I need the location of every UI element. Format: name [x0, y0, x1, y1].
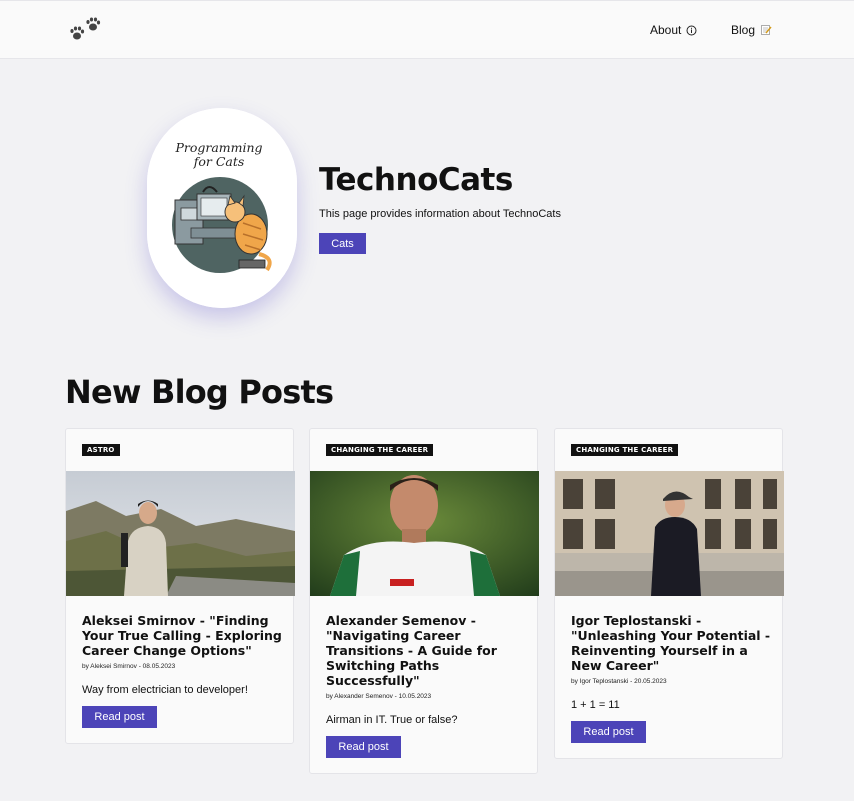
- hero-description: This page provides information about Tec…: [319, 208, 561, 220]
- read-post-button[interactable]: Read post: [571, 721, 646, 743]
- blog-card: CHANGING THE CAREER Igor Teplostanski - …: [554, 428, 784, 759]
- post-tag[interactable]: CHANGING THE CAREER: [571, 444, 679, 456]
- read-post-button[interactable]: Read post: [82, 706, 157, 728]
- post-image[interactable]: [310, 471, 539, 596]
- nav-about-label: About: [650, 23, 682, 37]
- post-excerpt: Airman in IT. True or false?: [326, 714, 458, 726]
- post-meta: by Aleksei Smirnov - 08.05.2023: [82, 663, 176, 670]
- read-post-button[interactable]: Read post: [326, 736, 401, 758]
- section-title: New Blog Posts: [65, 373, 334, 411]
- hero-image-text-1: Programming: [174, 140, 262, 155]
- hero-title: TechnoCats: [319, 162, 513, 198]
- post-title[interactable]: Alexander Semenov - "Navigating Career T…: [326, 613, 526, 688]
- post-meta: by Alexander Semenov - 10.05.2023: [326, 693, 432, 700]
- cats-button[interactable]: Cats: [319, 233, 366, 254]
- blog-card: ASTRO Aleksei Smirnov - "Finding Your Tr…: [65, 428, 295, 744]
- site-header: About Blog: [0, 0, 854, 59]
- hero-image-text-2: for Cats: [193, 154, 245, 169]
- paw-prints-logo-icon[interactable]: [68, 16, 104, 44]
- post-excerpt: Way from electrician to developer!: [82, 684, 248, 696]
- memo-icon: [760, 24, 772, 36]
- hero-avatar-image: Programming for Cats: [147, 108, 297, 308]
- post-title[interactable]: Aleksei Smirnov - "Finding Your True Cal…: [82, 613, 282, 658]
- post-tag[interactable]: ASTRO: [82, 444, 120, 456]
- post-image[interactable]: [555, 471, 784, 596]
- blog-card: CHANGING THE CAREER Alexander Semenov - …: [309, 428, 539, 774]
- post-title[interactable]: Igor Teplostanski - "Unleashing Your Pot…: [571, 613, 771, 673]
- post-image[interactable]: [66, 471, 295, 596]
- nav-blog-link[interactable]: Blog: [731, 23, 772, 37]
- nav-about-link[interactable]: About: [650, 23, 697, 37]
- post-meta: by Igor Teplostanski - 20.05.2023: [571, 678, 667, 685]
- nav-blog-label: Blog: [731, 23, 756, 37]
- post-excerpt: 1 + 1 = 11: [571, 699, 620, 711]
- info-icon: [686, 25, 697, 36]
- post-tag[interactable]: CHANGING THE CAREER: [326, 444, 434, 456]
